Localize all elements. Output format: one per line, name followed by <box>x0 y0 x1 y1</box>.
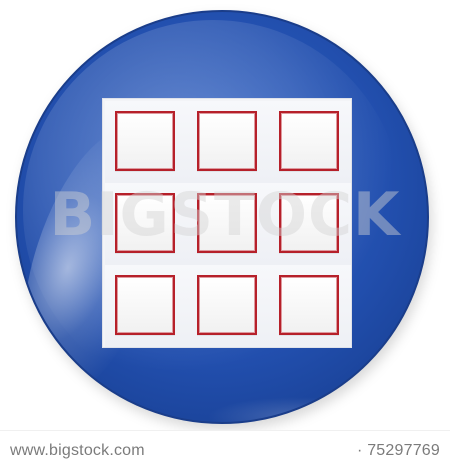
stock-footer: www.bigstock.com · 75297769 <box>0 430 450 471</box>
grid-cell <box>187 183 269 265</box>
grid-cell <box>105 183 187 265</box>
grid-cell <box>105 265 187 347</box>
grid-icon <box>102 98 352 348</box>
scene: BIGSTOCK <box>0 0 450 430</box>
grid-cell <box>269 183 351 265</box>
grid-cell <box>187 101 269 183</box>
footer-id: · 75297769 <box>357 442 440 459</box>
grid-cell <box>269 101 351 183</box>
grid-cell <box>269 265 351 347</box>
grid-cell <box>187 265 269 347</box>
footer-site: www.bigstock.com <box>10 442 145 459</box>
grid-cell <box>105 101 187 183</box>
